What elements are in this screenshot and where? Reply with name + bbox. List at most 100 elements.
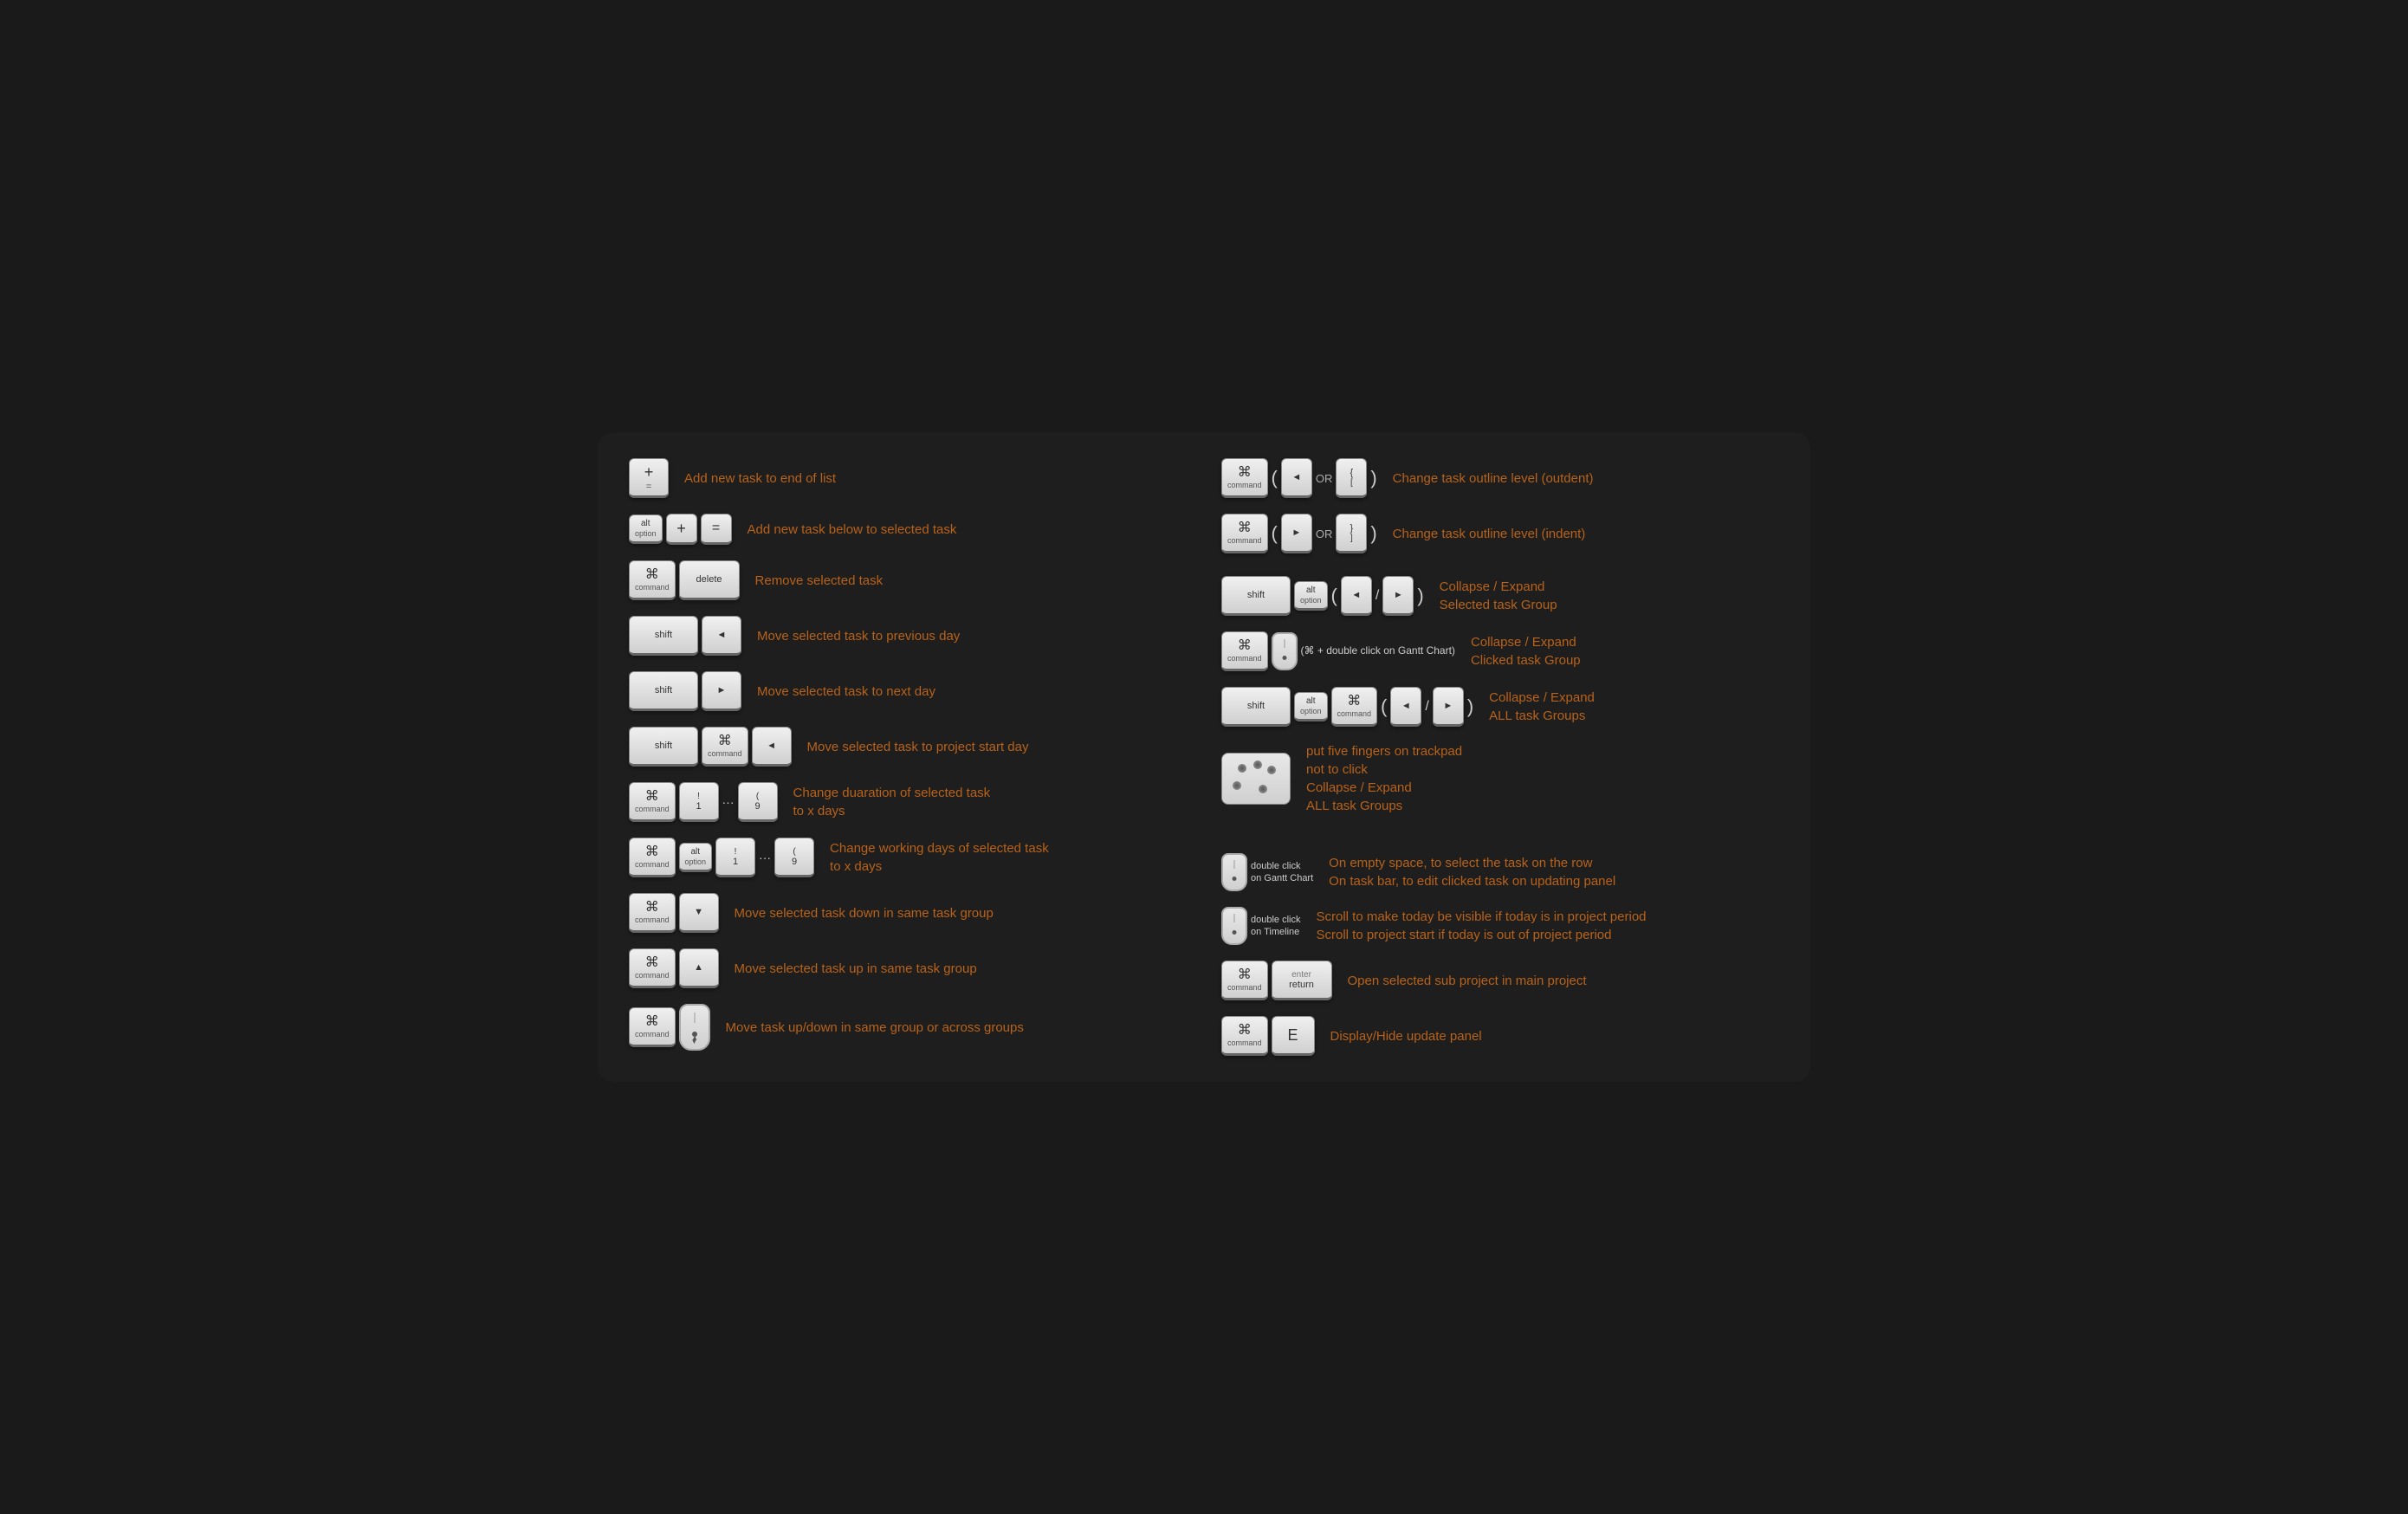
key-group-dblclick-timeline: double click on Timeline (1221, 907, 1300, 945)
desc-dblclick-gantt: On empty space, to select the task on th… (1329, 854, 1779, 890)
key-group-trackpad (1221, 753, 1291, 805)
finger2 (1253, 760, 1262, 769)
key-group-collapse-all: shift alt option ⌘ command ( ◄ / ► ) (1221, 687, 1473, 727)
key-alt-option: alt option (629, 514, 663, 544)
desc-display-panel: Display/Hide update panel (1330, 1027, 1779, 1045)
desc-project-start: Move selected task to project start day (807, 738, 1187, 756)
key-cmd-panel: ⌘ command (1221, 1016, 1268, 1056)
key-enter-return: enter return (1272, 961, 1332, 1000)
key-alt2: alt option (679, 843, 713, 872)
paren-left1: ( (1272, 469, 1278, 488)
dots1: ··· (722, 795, 735, 809)
desc-add-below: Add new task below to selected task (748, 521, 1187, 539)
desc-collapse-selected: Collapse / Expand Selected task Group (1440, 578, 1779, 614)
key-cmd-outdent: ⌘ command (1221, 458, 1268, 498)
key-group-alt-plus-eq: alt option + = (629, 514, 732, 545)
key-brace-indent: } ] (1336, 514, 1367, 553)
paren-right4: ) (1467, 697, 1473, 716)
desc-collapse-clicked: Collapse / Expand Clicked task Group (1471, 633, 1779, 670)
key-shift1: shift (629, 616, 698, 656)
finger4 (1233, 781, 1241, 790)
desc-next-day: Move selected task to next day (757, 683, 1187, 701)
key-cmd5: ⌘ command (629, 893, 676, 933)
key-group-plus-equals: + = (629, 458, 669, 498)
key-cmd-sub: ⌘ command (1221, 961, 1268, 1000)
key-cmd2: ⌘ command (702, 727, 748, 767)
desc-move-up: Move selected task up in same task group (735, 960, 1187, 978)
mouse-drag-icon: ▼ ▼ (679, 1004, 710, 1051)
left-column: + = Add new task to end of list alt opti… (629, 458, 1187, 1056)
key-group-display-panel: ⌘ command E (1221, 1016, 1315, 1056)
key-cmd1: ⌘ command (629, 560, 676, 600)
key-alt-cs: alt option (1294, 581, 1328, 611)
shortcut-row-collapse-clicked: ⌘ command (⌘ + double click on Gantt Cha… (1221, 631, 1779, 671)
shortcut-row-add-below: alt option + = Add new task below to sel… (629, 514, 1187, 545)
shortcut-row-duration: ⌘ command ! 1 ··· ( 9 Change duaration o… (629, 782, 1187, 822)
shortcut-row-display-panel: ⌘ command E Display/Hide update panel (1221, 1016, 1779, 1056)
key-1: ! 1 (679, 782, 719, 822)
key-group-collapse-selected: shift alt option ( ◄ / ► ) (1221, 576, 1424, 616)
shortcut-row-dblclick-timeline: double click on Timeline Scroll to make … (1221, 907, 1779, 945)
key-arrow-left-outdent: ◄ (1281, 458, 1312, 498)
shortcut-row-trackpad: put five fingers on trackpad not to clic… (1221, 742, 1779, 815)
shortcut-row-move-up: ⌘ command ▲ Move selected task up in sam… (629, 948, 1187, 988)
key-group-cmd-delete: ⌘ command delete (629, 560, 740, 600)
key-cmd3: ⌘ command (629, 782, 676, 822)
spacer1 (1221, 831, 1779, 838)
right-column: ⌘ command ( ◄ OR { [ ) Change task outli… (1221, 458, 1779, 1056)
paren-left2: ( (1272, 524, 1278, 543)
key-9b: ( 9 (774, 838, 814, 877)
key-plus: + = (629, 458, 669, 498)
paren-right1: ) (1370, 469, 1376, 488)
key-group-cmd-alt-1-9: ⌘ command alt option ! 1 ··· ( 9 (629, 838, 814, 877)
key-group-outdent: ⌘ command ( ◄ OR { [ ) (1221, 458, 1377, 498)
key-group-cmd-1-9: ⌘ command ! 1 ··· ( 9 (629, 782, 778, 822)
key-arrow-left-cs: ◄ (1341, 576, 1372, 616)
key-brace-outdent: { [ (1336, 458, 1367, 498)
key-cmd-cc: ⌘ command (1221, 631, 1268, 671)
shortcut-row-move-drag: ⌘ command ▼ ▼ Move task up/down in same … (629, 1004, 1187, 1051)
key-arrow-right1: ► (702, 671, 741, 711)
key-arrow-down: ▼ (679, 893, 719, 933)
key-cmd4: ⌘ command (629, 838, 676, 877)
desc-move-drag: Move task up/down in same group or acros… (726, 1019, 1187, 1037)
key-arrow-up: ▲ (679, 948, 719, 988)
mouse-gantt-icon (1221, 853, 1247, 891)
key-group-dblclick-gantt: double click on Gantt Chart (1221, 853, 1313, 891)
key-shift2: shift (629, 671, 698, 711)
desc-duration: Change duaration of selected task to x d… (793, 784, 1187, 820)
key-cmd6: ⌘ command (629, 948, 676, 988)
shortcut-row-dblclick-gantt: double click on Gantt Chart On empty spa… (1221, 853, 1779, 891)
shortcuts-container: + = Add new task to end of list alt opti… (598, 432, 1810, 1082)
label-gantt-click: (⌘ + double click on Gantt Chart) (1301, 644, 1455, 658)
paren-right2: ) (1370, 524, 1376, 543)
key-plus2: + (666, 514, 697, 545)
dots2: ··· (759, 851, 771, 864)
slash1: / (1376, 588, 1379, 604)
key-arrow-right-indent: ► (1281, 514, 1312, 553)
key-arrow-right-ca: ► (1433, 687, 1464, 727)
key-group-shift-right: shift ► (629, 671, 741, 711)
label-dblclick-gantt: double click on Gantt Chart (1251, 860, 1313, 885)
shortcut-row-indent: ⌘ command ( ► OR } ] ) Change task outli… (1221, 514, 1779, 553)
paren-left4: ( (1381, 697, 1387, 716)
key-1b: ! 1 (715, 838, 755, 877)
key-delete: delete (679, 560, 740, 600)
desc-subproject: Open selected sub project in main projec… (1348, 972, 1779, 990)
key-group-cmd-down: ⌘ command ▼ (629, 893, 719, 933)
key-arrow-left2: ◄ (752, 727, 792, 767)
mouse-clicked-icon (1272, 632, 1298, 670)
shortcut-row-collapse-selected: shift alt option ( ◄ / ► ) Collapse / Ex… (1221, 576, 1779, 616)
key-shift3: shift (629, 727, 698, 767)
key-E: E (1272, 1016, 1315, 1056)
mouse-timeline-icon (1221, 907, 1247, 945)
shortcut-row-collapse-all: shift alt option ⌘ command ( ◄ / ► ) Col… (1221, 687, 1779, 727)
desc-add-task-end: Add new task to end of list (684, 469, 1187, 488)
key-shift-ca: shift (1221, 687, 1291, 727)
key-cmd-indent: ⌘ command (1221, 514, 1268, 553)
shortcut-row-project-start: shift ⌘ command ◄ Move selected task to … (629, 727, 1187, 767)
finger1 (1238, 764, 1246, 773)
desc-working-days: Change working days of selected task to … (830, 839, 1187, 876)
desc-remove: Remove selected task (755, 572, 1187, 590)
shortcut-row-prev-day: shift ◄ Move selected task to previous d… (629, 616, 1187, 656)
